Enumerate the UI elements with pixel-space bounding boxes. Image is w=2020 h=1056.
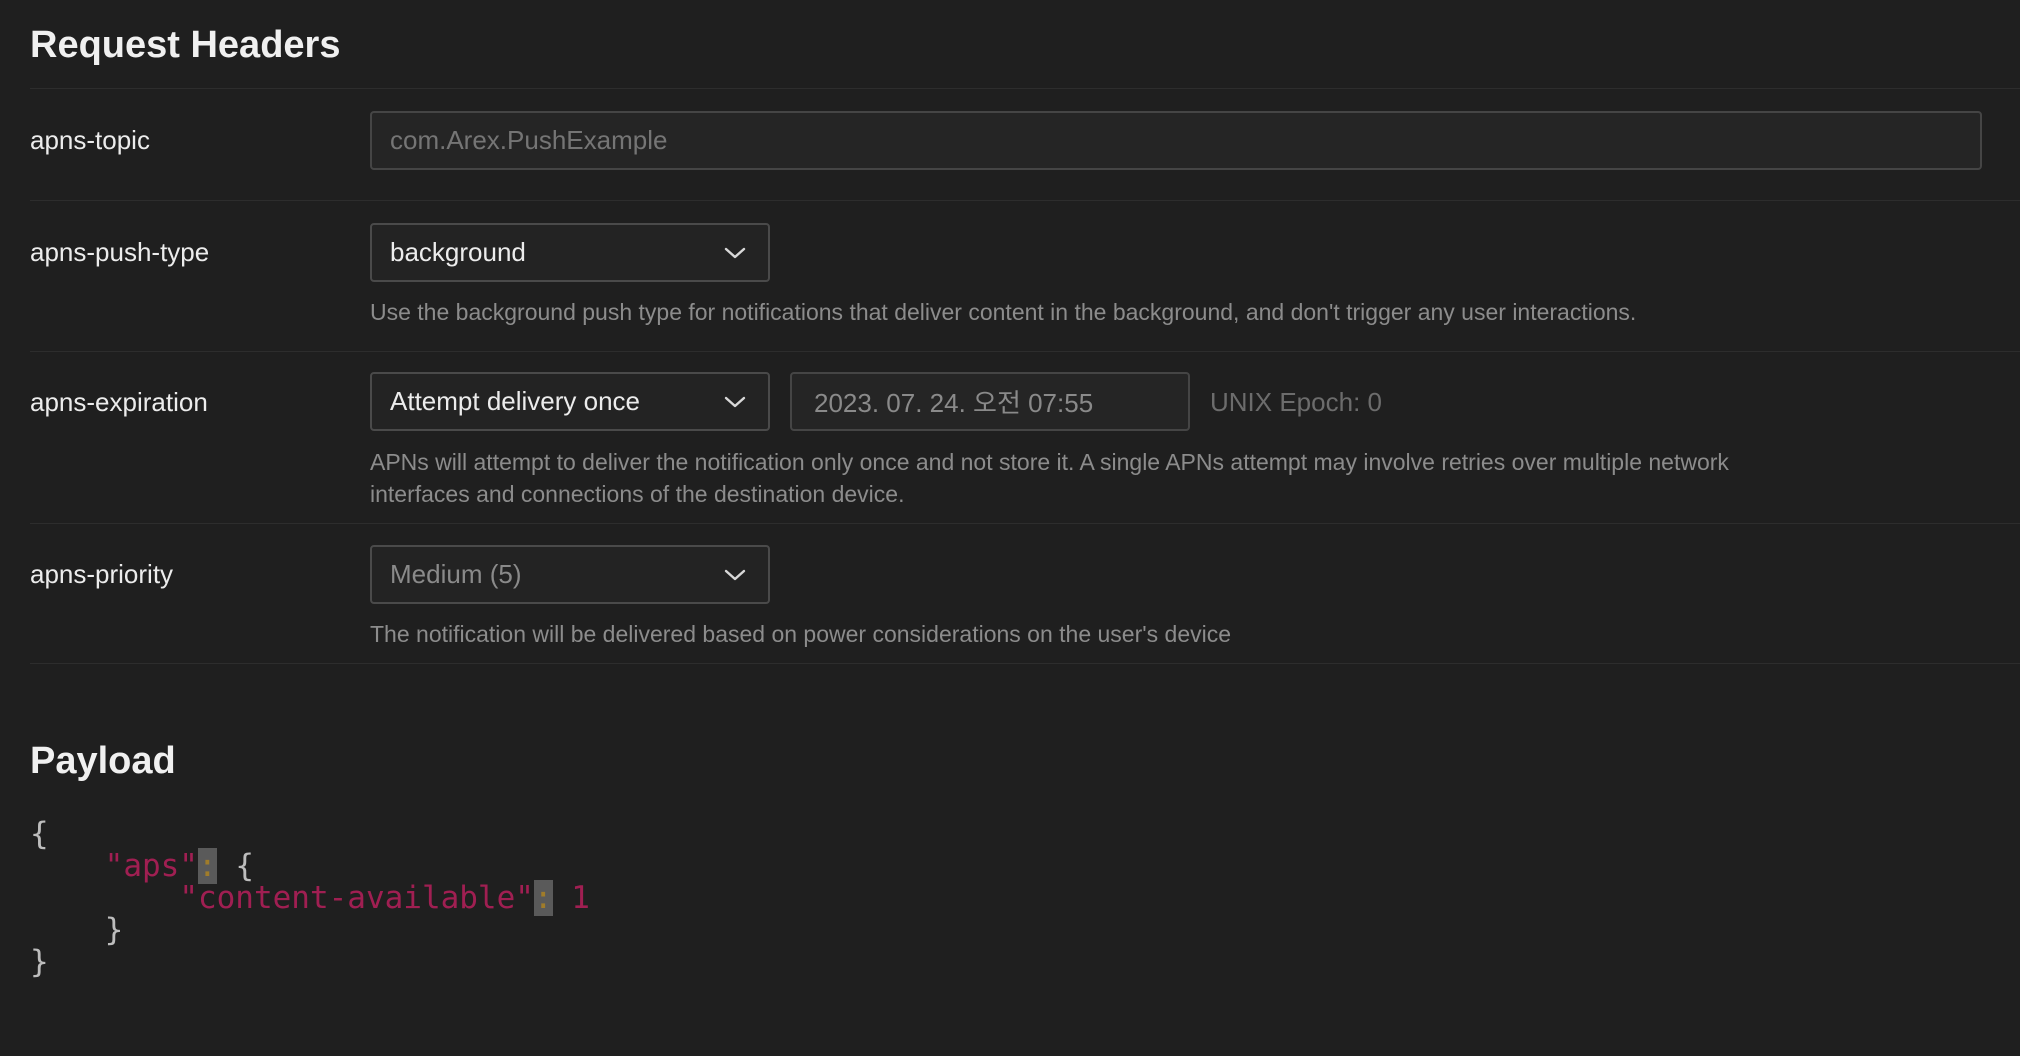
divider xyxy=(30,663,2020,664)
json-open-brace: { xyxy=(30,816,49,852)
json-colon: : xyxy=(197,848,217,884)
divider xyxy=(30,523,2020,524)
apns-push-type-label: apns-push-type xyxy=(30,237,210,267)
json-inner-close-brace: } xyxy=(104,912,124,948)
chevron-down-icon xyxy=(724,569,746,580)
code-line: } xyxy=(30,946,590,978)
json-value-content-available: 1 xyxy=(552,880,590,916)
json-aps-open-brace: { xyxy=(216,848,254,884)
apns-expiration-select[interactable]: Attempt delivery once xyxy=(370,372,770,431)
chevron-down-icon xyxy=(724,396,746,407)
apns-priority-select[interactable]: Medium (5) xyxy=(370,545,770,604)
json-key-content-available: "content-available" xyxy=(179,880,534,916)
apns-priority-help: The notification will be delivered based… xyxy=(370,621,1232,647)
code-line: "content-available": 1 xyxy=(30,880,590,916)
chevron-down-icon xyxy=(724,247,746,258)
apns-push-type-value: background xyxy=(390,237,526,267)
json-colon: : xyxy=(533,880,553,916)
json-outer-close-brace: } xyxy=(30,944,49,980)
code-line: { xyxy=(30,818,590,850)
apns-topic-label: apns-topic xyxy=(30,125,150,155)
apns-push-type-help: Use the background push type for notific… xyxy=(370,299,1637,325)
divider xyxy=(30,88,2020,89)
divider xyxy=(30,351,2020,352)
code-line: } xyxy=(30,914,590,946)
apns-expiration-date-field[interactable]: 2023. 07. 24. 오전 07:55 xyxy=(790,372,1190,431)
unix-epoch-label: UNIX Epoch: 0 xyxy=(1210,387,1382,417)
apns-push-type-select[interactable]: background xyxy=(370,223,770,282)
apns-expiration-date-value: 2023. 07. 24. 오전 07:55 xyxy=(814,388,1094,418)
apns-topic-input[interactable] xyxy=(390,125,1962,156)
apns-expiration-help-line2: interfaces and connections of the destin… xyxy=(370,481,905,507)
apns-priority-value: Medium (5) xyxy=(390,559,522,589)
apns-expiration-label: apns-expiration xyxy=(30,387,208,417)
divider xyxy=(30,200,2020,201)
request-headers-title: Request Headers xyxy=(30,24,341,66)
apns-priority-label: apns-priority xyxy=(30,559,174,589)
payload-title: Payload xyxy=(30,740,176,782)
payload-editor[interactable]: { "aps": { "content-available": 1 } } xyxy=(30,818,590,978)
apns-expiration-help-line1: APNs will attempt to deliver the notific… xyxy=(370,449,1729,475)
code-line: "aps": { xyxy=(30,848,590,884)
apns-topic-field[interactable] xyxy=(370,111,1982,170)
apns-expiration-value: Attempt delivery once xyxy=(390,386,641,416)
json-key-aps: "aps" xyxy=(104,848,198,884)
